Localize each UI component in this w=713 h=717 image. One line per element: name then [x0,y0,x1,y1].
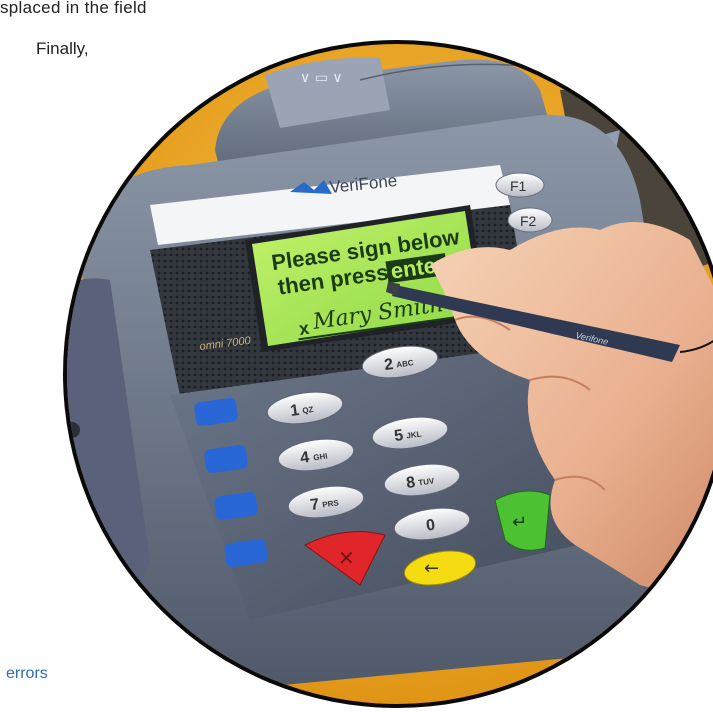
svg-text:↵: ↵ [512,512,527,533]
function-key-f2[interactable]: F2 [507,207,553,233]
svg-text:∨ ▭ ∨: ∨ ▭ ∨ [300,70,343,86]
svg-text:✕: ✕ [338,546,355,570]
payment-terminal-photo: ∨ ▭ ∨ VeriFone Please sign below then pr… [63,40,713,708]
function-key-f1[interactable]: F1 [495,172,545,198]
svg-text:←: ← [424,558,439,579]
svg-text:QZ: QZ [302,405,314,415]
svg-text:F1: F1 [510,178,527,194]
svg-text:F2: F2 [520,213,537,229]
